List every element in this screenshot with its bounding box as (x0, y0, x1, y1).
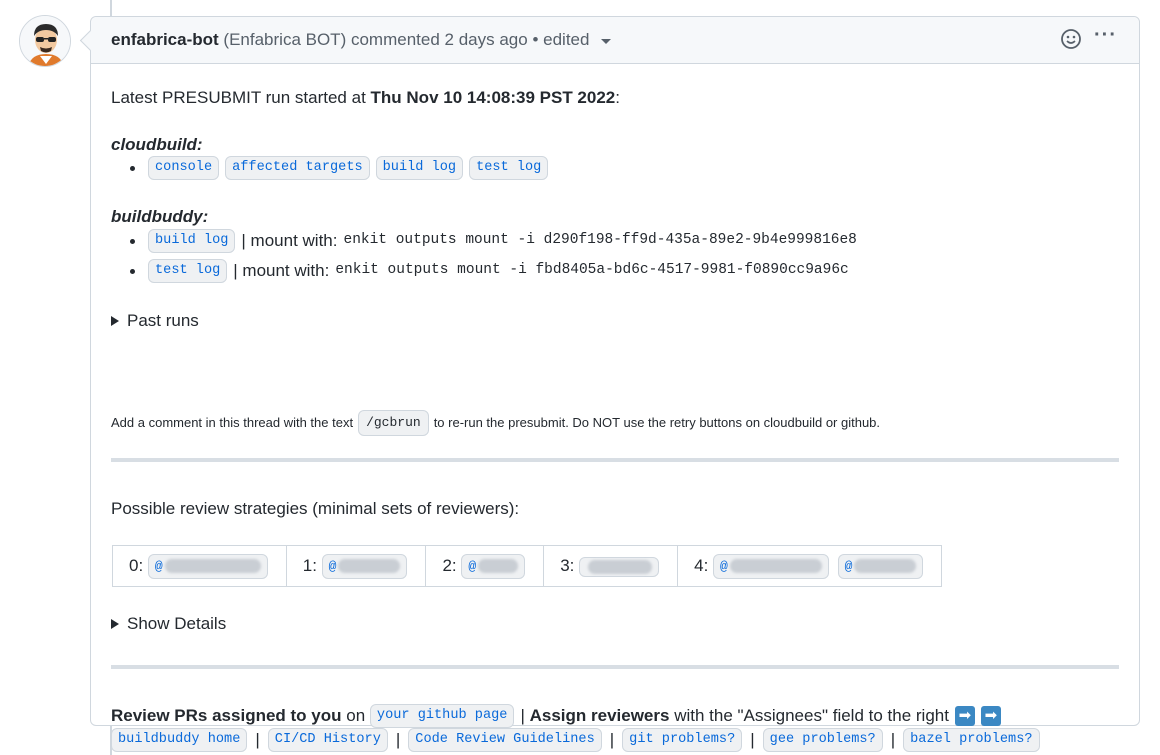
strategy-index: 4: (694, 555, 709, 575)
mount-label: | mount with: (233, 261, 330, 281)
gee-problems-link[interactable]: gee problems? (762, 727, 883, 752)
mount-label: | mount with: (241, 231, 338, 251)
comment-box: enfabrica-bot (Enfabrica BOT) commented … (90, 16, 1140, 752)
reviewer-mention[interactable] (579, 556, 660, 577)
mount-command: enkit outputs mount -i d290f198-ff9d-435… (343, 232, 857, 249)
pipe-separator: | (255, 730, 260, 749)
redacted-name (588, 559, 653, 574)
list-item: console affected targets build log test … (129, 153, 554, 183)
bot-avatar-icon (20, 16, 70, 66)
more-options-icon[interactable]: ··· (1094, 25, 1117, 45)
strategy-cell: 2: @ (425, 545, 545, 587)
author-full-name: (Enfabrica BOT) (223, 30, 347, 49)
code-review-guidelines-link[interactable]: Code Review Guidelines (408, 727, 602, 752)
review-prs-label: Review PRs assigned to you (111, 706, 342, 725)
arrow-right-icon: ➡ (980, 705, 1001, 726)
redacted-name (338, 559, 401, 574)
buildbuddy-test-log-link[interactable]: test log (148, 259, 228, 283)
rerun-note-before: Add a comment in this thread with the te… (111, 415, 354, 430)
mention-prefix: @ (468, 558, 477, 574)
cicd-history-link[interactable]: CI/CD History (267, 727, 388, 752)
smiley-icon[interactable] (1060, 28, 1082, 50)
console-link[interactable]: console (148, 156, 220, 180)
header-actions: ··· (1060, 25, 1117, 50)
reviewer-mention[interactable]: @ (713, 553, 829, 580)
reviewer-mention[interactable]: @ (147, 553, 268, 580)
git-problems-link[interactable]: git problems? (622, 727, 743, 752)
cloudbuild-list: console affected targets build log test … (129, 153, 554, 183)
assign-text: with the "Assignees" field to the right (674, 706, 949, 725)
build-log-link[interactable]: build log (375, 156, 464, 180)
arrow-right-icon: ➡ (954, 705, 975, 726)
mention-prefix: @ (154, 558, 163, 574)
strategy-cell: 3: (543, 545, 679, 587)
redacted-name (164, 559, 261, 574)
buildbuddy-list: build log | mount with: enkit outputs mo… (130, 226, 857, 286)
footer-links: buildbuddy home | CI/CD History | Code R… (111, 727, 1040, 753)
pipe-separator: | (395, 730, 401, 749)
strategy-index: 2: (442, 555, 457, 575)
mount-command: enkit outputs mount -i fbd8405a-bd6c-451… (335, 262, 849, 279)
divider (111, 458, 1119, 462)
divider (111, 665, 1119, 669)
pipe-separator: | (609, 730, 615, 749)
footer-line: Review PRs assigned to you on your githu… (111, 703, 1001, 729)
show-details-toggle[interactable]: Show Details (111, 611, 226, 637)
strategy-cell: 4: @ @ (677, 545, 943, 587)
edited-dropdown[interactable]: edited (543, 30, 589, 50)
redacted-name (854, 559, 917, 574)
presubmit-line: Latest PRESUBMIT run started at Thu Nov … (111, 85, 620, 111)
github-page-link[interactable]: your github page (369, 703, 515, 728)
strategy-cell: 0: @ (112, 545, 287, 587)
rerun-note-after: to re-run the presubmit. Do NOT use the … (433, 415, 881, 430)
avatar[interactable] (19, 15, 71, 67)
mention-prefix: @ (844, 558, 853, 574)
presubmit-timestamp: Thu Nov 10 14:08:39 PST 2022 (370, 88, 616, 107)
mention-prefix: @ (720, 558, 728, 574)
redacted-name (478, 559, 519, 574)
list-item: build log | mount with: enkit outputs mo… (130, 226, 857, 256)
redacted-name (729, 559, 822, 574)
assign-reviewers-label: Assign reviewers (529, 706, 670, 725)
reviewer-mention[interactable]: @ (321, 553, 408, 580)
commented-label: commented (350, 30, 440, 49)
comment-header: enfabrica-bot (Enfabrica BOT) commented … (91, 17, 1139, 64)
show-details-label: Show Details (127, 614, 227, 633)
past-runs-toggle[interactable]: Past runs (111, 308, 199, 334)
triangle-right-icon (111, 315, 119, 326)
pipe-separator: | (750, 730, 755, 749)
buildbuddy-home-link[interactable]: buildbuddy home (111, 727, 248, 752)
presubmit-intro: Latest PRESUBMIT run started at (111, 88, 366, 107)
reviewer-mention[interactable]: @ (837, 553, 924, 580)
strategies-label: Possible review strategies (minimal sets… (111, 499, 520, 518)
affected-targets-link[interactable]: affected targets (225, 156, 370, 180)
pipe-separator: | (890, 730, 896, 749)
rerun-note: Add a comment in this thread with the te… (111, 410, 880, 436)
list-item: test log | mount with: enkit outputs mou… (130, 256, 857, 286)
mention-prefix: @ (328, 558, 337, 574)
strategy-index: 1: (302, 555, 317, 575)
bazel-problems-link[interactable]: bazel problems? (903, 727, 1040, 752)
presubmit-colon: : (615, 88, 620, 107)
test-log-link[interactable]: test log (469, 156, 549, 180)
author-link[interactable]: enfabrica-bot (111, 30, 219, 50)
comment-timestamp[interactable]: 2 days ago (445, 30, 528, 50)
past-runs-label: Past runs (127, 311, 199, 330)
reviewer-mention[interactable]: @ (461, 553, 526, 580)
on-label: on (346, 706, 366, 725)
chevron-down-icon[interactable] (601, 39, 612, 44)
triangle-right-icon (111, 618, 119, 629)
strategy-index: 3: (560, 556, 575, 576)
gcbrun-code: /gcbrun (358, 410, 429, 436)
strategy-index: 0: (129, 555, 144, 575)
strategy-cell: 1: @ (285, 545, 427, 587)
table-row: 0: @ 1: @ 2: @ 3: 4: @ @ (112, 545, 943, 587)
buildbuddy-build-log-link[interactable]: build log (148, 229, 236, 253)
review-strategies-table: 0: @ 1: @ 2: @ 3: 4: @ @ (112, 545, 943, 587)
